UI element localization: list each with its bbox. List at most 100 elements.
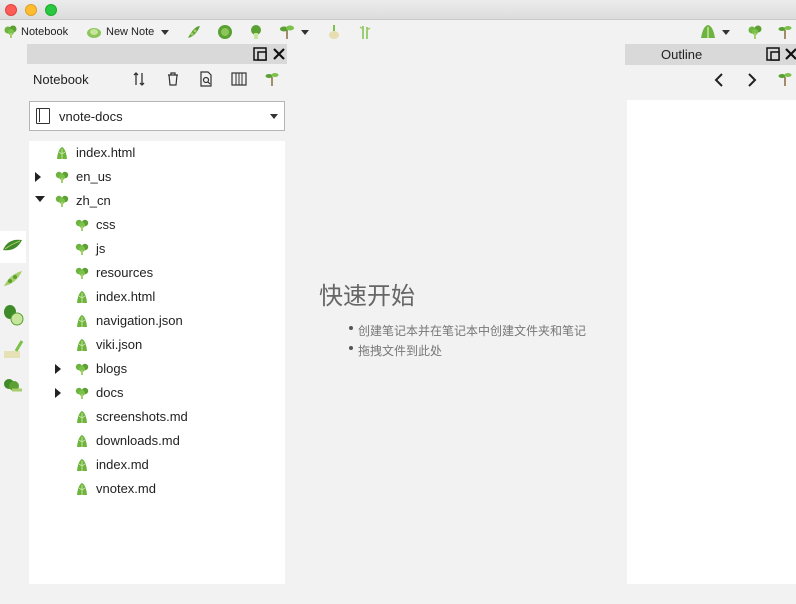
float-dock-icon[interactable] [766,47,780,61]
notebook-toolbar-label: Notebook [21,26,69,38]
chevron-right-icon[interactable] [746,72,758,88]
tree-folder-row[interactable]: css [29,213,285,237]
sprout-dropdown[interactable] [301,24,309,40]
tree-item-label: zh_cn [76,193,111,208]
tree-item-label: css [96,217,116,232]
zoom-window-button[interactable] [45,4,57,16]
close-icon[interactable] [272,47,286,61]
expanded-arrow-icon[interactable] [35,196,45,206]
sort-icon[interactable] [132,71,148,87]
tree-folder-row[interactable]: js [29,237,285,261]
folder-broccoli-icon [75,266,89,280]
file-lettuce-icon [75,338,89,352]
tree-file-row[interactable]: navigation.json [29,309,285,333]
sprout-menu-icon[interactable] [264,71,280,87]
welcome-title: 快速开始 [319,282,415,310]
tree-item-label: js [96,241,106,256]
bok-choy-toolbar-button[interactable] [249,24,263,40]
chevron-down-icon [270,114,278,119]
tree-folder-row[interactable]: zh_cn [29,189,285,213]
leek-icon[interactable] [2,339,24,361]
broccoli-icon[interactable] [2,376,24,398]
broccoli-right-toolbar-button[interactable] [747,24,763,40]
herb-icon [359,26,371,39]
peas-toolbar-button[interactable] [186,24,202,40]
folder-broccoli-icon [75,242,89,256]
tree-item-label: index.md [96,457,149,472]
lettuce-icon [701,25,715,38]
welcome-item: 拖拽文件到此处 [349,341,586,361]
cucumber-icon[interactable] [2,304,24,326]
minimize-window-button[interactable] [25,4,37,16]
notebook-selector[interactable]: vnote-docs [29,101,285,131]
file-lettuce-icon [75,482,89,496]
tree-folder-row[interactable]: docs [29,381,285,405]
sprout-icon [280,25,294,39]
sprout-right-toolbar-button[interactable] [778,24,792,40]
close-window-button[interactable] [5,4,17,16]
outline-content [627,100,796,584]
tree-item-label: index.html [76,145,136,160]
folder-broccoli-icon [55,170,69,184]
peas-icon[interactable] [2,268,24,290]
outline-dock-header: Outline [625,44,796,65]
manage-notebooks-icon[interactable] [231,71,247,87]
welcome-item: 创建笔记本并在笔记本中创建文件夹和笔记 [349,321,586,341]
herb-toolbar-button[interactable] [358,24,372,40]
search-notes-icon[interactable] [198,71,214,87]
tree-file-row[interactable]: index.html [29,285,285,309]
tree-file-row[interactable]: screenshots.md [29,405,285,429]
recycle-bin-icon[interactable] [165,71,181,87]
new-note-label: New Note [106,26,155,38]
tree-file-row[interactable]: index.html [29,141,285,165]
close-icon[interactable] [784,47,796,61]
tree-item-label: viki.json [96,337,143,352]
collapsed-arrow-icon[interactable] [55,388,65,398]
onion-toolbar-button[interactable] [327,24,341,40]
lettuce-right-dropdown[interactable] [722,24,730,40]
file-lettuce-icon [75,458,89,472]
notebook-selector-value: vnote-docs [59,108,123,124]
notebook-dock-header [27,44,287,64]
file-lettuce-icon [75,314,89,328]
outline-nav-bar [625,65,796,95]
lettuce-icon [87,28,101,38]
tree-folder-row[interactable]: resources [29,261,285,285]
tree-item-label: screenshots.md [96,409,188,424]
lettuce-right-toolbar-button[interactable] [699,24,717,40]
sprout-toolbar-button[interactable] [279,24,295,40]
file-lettuce-icon [75,290,89,304]
main-toolbar: Notebook New Note [0,21,796,43]
folder-broccoli-icon [75,362,89,376]
broccoli-icon [748,25,762,39]
leafy-greens-icon[interactable] [2,234,24,256]
chevron-left-icon[interactable] [713,72,725,88]
collapsed-arrow-icon[interactable] [35,172,45,182]
new-note-button[interactable]: New Note [86,24,154,40]
tree-folder-row[interactable]: en_us [29,165,285,189]
new-note-dropdown[interactable] [161,24,169,40]
folder-broccoli-icon [75,218,89,232]
file-lettuce-icon [75,410,89,424]
cabbage-toolbar-button[interactable] [217,24,233,40]
tree-item-label: vnotex.md [96,481,156,496]
file-lettuce-icon [55,146,69,160]
tree-file-row[interactable]: viki.json [29,333,285,357]
tree-file-row[interactable]: downloads.md [29,429,285,453]
tree-file-row[interactable]: index.md [29,453,285,477]
notebook-book-icon [36,108,50,124]
sprout-menu-icon[interactable] [778,71,792,87]
notebook-toolbar-button[interactable]: Notebook [4,24,68,40]
folder-broccoli-icon [55,194,69,208]
tree-file-row[interactable]: vnotex.md [29,477,285,501]
tree-item-label: index.html [96,289,156,304]
window-title-bar [0,0,796,20]
tree-folder-row[interactable]: blogs [29,357,285,381]
welcome-list: 创建笔记本并在笔记本中创建文件夹和笔记 拖拽文件到此处 [349,321,586,361]
collapsed-arrow-icon[interactable] [55,364,65,374]
float-dock-icon[interactable] [253,47,267,61]
tree-item-label: navigation.json [96,313,183,328]
notebook-panel-title: Notebook [33,72,89,87]
tree-item-label: downloads.md [96,433,180,448]
side-nav-strip [0,226,26,406]
